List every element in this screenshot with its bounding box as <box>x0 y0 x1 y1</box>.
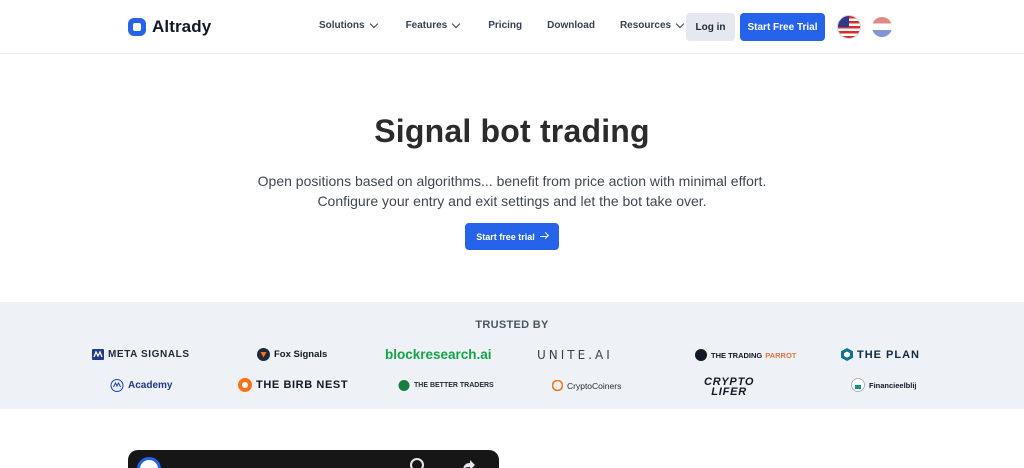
partner-the-plan[interactable]: THE PLAN <box>841 348 920 361</box>
chevron-down-icon <box>369 19 378 29</box>
meta-signals-logo-icon <box>92 349 104 360</box>
channel-avatar[interactable] <box>137 457 161 468</box>
hero-subtitle-line-2: Configure your entry and exit settings a… <box>317 193 707 209</box>
financieelblij-logo-icon <box>851 378 865 392</box>
nav-resources[interactable]: Resources <box>619 19 685 31</box>
nav-features-label: Features <box>405 20 448 31</box>
partner-unite-ai[interactable]: UNITE.AI <box>537 348 613 362</box>
brand-logo[interactable]: Altrady <box>128 16 211 38</box>
partner-financieelblij-name: Financieelblij <box>869 380 917 390</box>
arrow-right-icon <box>539 235 548 238</box>
partner-academy[interactable]: Academy <box>110 379 172 392</box>
chevron-down-icon <box>452 19 461 29</box>
nav-solutions-label: Solutions <box>319 20 365 31</box>
nav-solutions[interactable]: Solutions <box>319 19 378 31</box>
partner-better-traders[interactable]: THE BETTER TRADERS <box>398 379 494 392</box>
nav-download-label: Download <box>547 20 595 31</box>
chevron-down-icon <box>675 19 685 29</box>
partner-meta-signals[interactable]: META SIGNALS <box>92 349 190 360</box>
partner-cryptocoiners-name: CryptoCoiners <box>567 380 622 391</box>
partner-better-traders-name: THE BETTER TRADERS <box>414 382 494 389</box>
academy-logo-icon <box>110 379 124 392</box>
parrot-logo-icon <box>695 349 707 361</box>
partner-cryptocoiners[interactable]: CryptoCoiners <box>552 380 621 391</box>
nav-download[interactable]: Download <box>547 20 595 31</box>
cryptocoiners-logo-icon <box>552 380 563 391</box>
watch-later-icon[interactable] <box>410 458 424 468</box>
trusted-by-heading: TRUSTED BY <box>475 319 549 331</box>
partner-fox-signals-name: Fox Signals <box>274 349 328 360</box>
partner-crypto-lifer[interactable]: CRYPTO LIFER <box>704 377 754 398</box>
brand-name: Altrady <box>152 17 212 36</box>
partner-academy-name: Academy <box>128 380 173 391</box>
hero-subtitle-line-1: Open positions based on algorithms... be… <box>257 173 767 189</box>
main-nav: Solutions Features Pricing Download Reso… <box>319 19 685 31</box>
partner-blockresearch[interactable]: blockresearch.ai <box>385 347 492 362</box>
nav-pricing[interactable]: Pricing <box>488 20 522 31</box>
partner-the-plan-name: THE PLAN <box>857 348 920 361</box>
birb-nest-logo-icon <box>238 378 252 392</box>
share-icon[interactable] <box>462 459 476 468</box>
partner-crypto-lifer-name-b: LIFER <box>711 386 748 398</box>
altrady-logo-icon <box>128 18 146 36</box>
login-button[interactable]: Log in <box>686 13 735 41</box>
nav-pricing-label: Pricing <box>488 20 523 31</box>
hero-start-trial-button[interactable]: Start free trial <box>465 223 559 250</box>
nl-flag-icon[interactable] <box>872 17 892 37</box>
hero-cta-label: Start free trial <box>476 231 535 242</box>
partner-birb-nest-name: THE BIRB NEST <box>256 379 349 391</box>
page-title: Signal bot trading <box>374 113 650 149</box>
hero-subtitle: Open positions based on algorithms... be… <box>0 171 1024 211</box>
nav-features[interactable]: Features <box>405 19 461 31</box>
start-free-trial-button[interactable]: Start Free Trial <box>740 13 825 41</box>
video-embed[interactable] <box>128 450 499 468</box>
partner-trading-parrot-name-b: PARROT <box>765 350 797 360</box>
fox-logo-icon <box>257 348 270 361</box>
trusted-by-section: TRUSTED BY META SIGNALS Fox Signals bloc… <box>0 302 1024 409</box>
partner-unite-ai-name: UNITE.AI <box>537 348 613 362</box>
partner-fox-signals[interactable]: Fox Signals <box>257 348 327 361</box>
partner-trading-parrot[interactable]: THE TRADING PARROT <box>695 349 796 361</box>
the-plan-logo-icon <box>841 348 853 361</box>
partner-financieelblij[interactable]: Financieelblij <box>851 378 917 392</box>
us-flag-icon[interactable] <box>837 15 861 39</box>
better-traders-logo-icon <box>398 380 410 391</box>
partner-trading-parrot-name-a: THE TRADING <box>711 350 763 360</box>
partner-meta-signals-name: META SIGNALS <box>108 349 190 360</box>
partner-birb-nest[interactable]: THE BIRB NEST <box>238 378 348 392</box>
partner-blockresearch-name: blockresearch.ai <box>385 347 492 362</box>
nav-resources-label: Resources <box>619 20 672 31</box>
site-header: Altrady Solutions Features Pricing Downl… <box>0 0 1024 54</box>
